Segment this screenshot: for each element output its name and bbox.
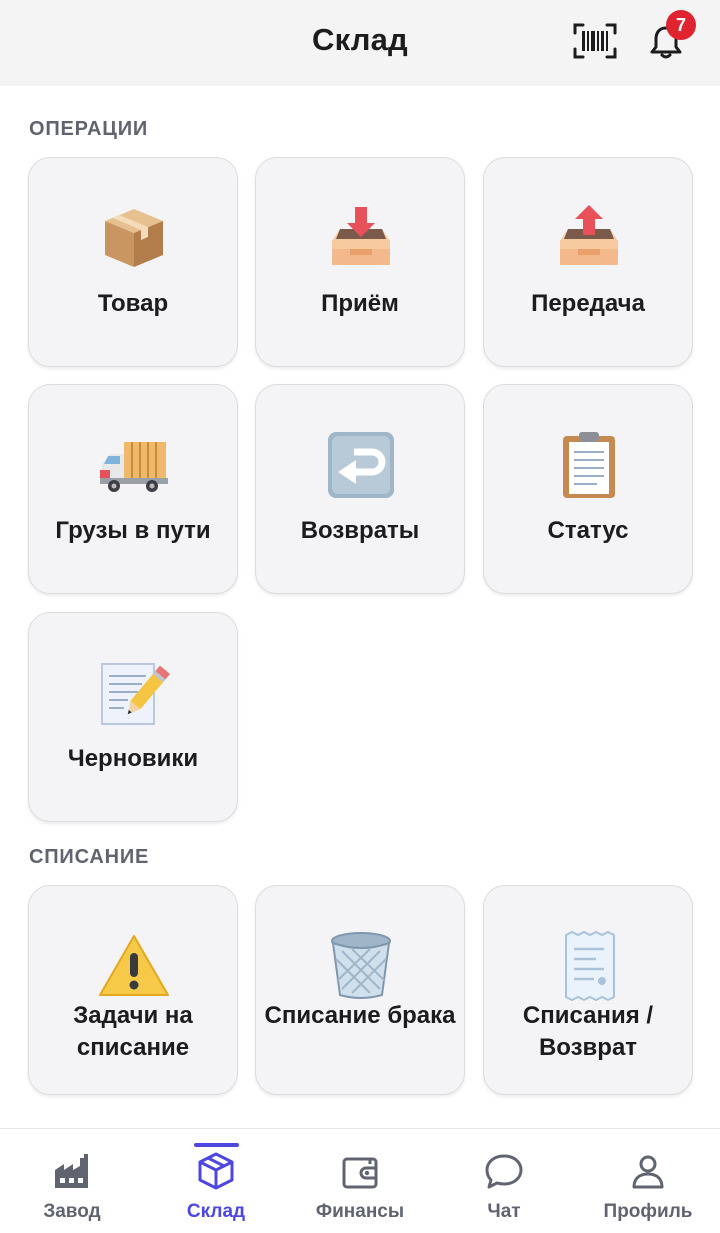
tile-writeoff-tasks[interactable]: Задачи на списание <box>28 885 238 1095</box>
tile-writeoffs-returns[interactable]: Списания / Возврат <box>483 885 693 1095</box>
tile-returns[interactable]: Возвраты <box>255 384 465 594</box>
warning-icon <box>94 926 174 1006</box>
tile-transfer[interactable]: Передача <box>483 157 693 367</box>
wallet-icon <box>338 1149 382 1193</box>
section-title-writeoff: СПИСАНИЕ <box>29 846 150 868</box>
tile-label: Черновики <box>67 745 199 772</box>
tile-goods[interactable]: Товар <box>28 157 238 367</box>
tile-label: Возвраты <box>300 517 420 544</box>
tile-label: Списания / Возврат <box>522 1002 654 1061</box>
tile-receiving[interactable]: Приём <box>255 157 465 367</box>
memo-pencil-icon <box>94 653 174 733</box>
user-icon <box>626 1149 670 1193</box>
tab-label: Финансы <box>315 1201 405 1222</box>
tile-drafts[interactable]: Черновики <box>28 612 238 822</box>
delivery-truck-icon <box>94 425 174 505</box>
tab-factory[interactable]: Завод <box>0 1129 144 1233</box>
tab-label: Склад <box>186 1201 246 1222</box>
chat-bubble-icon <box>482 1149 526 1193</box>
tile-label: Задачи на списание <box>73 1002 193 1061</box>
cube-icon <box>194 1149 238 1193</box>
receipt-icon <box>549 926 629 1006</box>
barcode-scan-icon <box>573 23 617 59</box>
bottom-tab-bar: Завод Склад Финансы Чат Профиль <box>0 1128 720 1233</box>
tab-warehouse[interactable]: Склад <box>144 1129 288 1233</box>
tile-label: Статус <box>547 517 629 544</box>
tab-finance[interactable]: Финансы <box>288 1129 432 1233</box>
clipboard-icon <box>549 425 629 505</box>
top-app-bar: Склад 7 <box>0 0 720 86</box>
tab-label: Профиль <box>603 1201 693 1222</box>
tile-status[interactable]: Статус <box>483 384 693 594</box>
tile-label: Передача <box>531 290 645 317</box>
package-icon <box>94 198 174 278</box>
notification-badge: 7 <box>666 10 696 40</box>
tile-defect-writeoff[interactable]: Списание брака <box>255 885 465 1095</box>
tile-in-transit[interactable]: Грузы в пути <box>28 384 238 594</box>
notifications-button[interactable]: 7 <box>640 10 696 68</box>
active-tab-indicator <box>194 1143 239 1147</box>
tile-label: Приём <box>321 290 399 317</box>
tile-label: Грузы в пути <box>55 517 211 544</box>
wastebasket-icon <box>321 926 401 1006</box>
tile-label: Списание брака <box>264 1002 456 1029</box>
tab-label: Завод <box>43 1201 101 1222</box>
tab-label: Чат <box>487 1201 521 1222</box>
tab-chat[interactable]: Чат <box>432 1129 576 1233</box>
section-title-operations: ОПЕРАЦИИ <box>29 118 149 140</box>
inbox-in-icon <box>321 198 401 278</box>
return-arrow-icon <box>321 425 401 505</box>
factory-icon <box>50 1149 94 1193</box>
tab-profile[interactable]: Профиль <box>576 1129 720 1233</box>
barcode-scan-button[interactable] <box>568 18 622 64</box>
tile-label: Товар <box>97 290 169 317</box>
outbox-icon <box>549 198 629 278</box>
